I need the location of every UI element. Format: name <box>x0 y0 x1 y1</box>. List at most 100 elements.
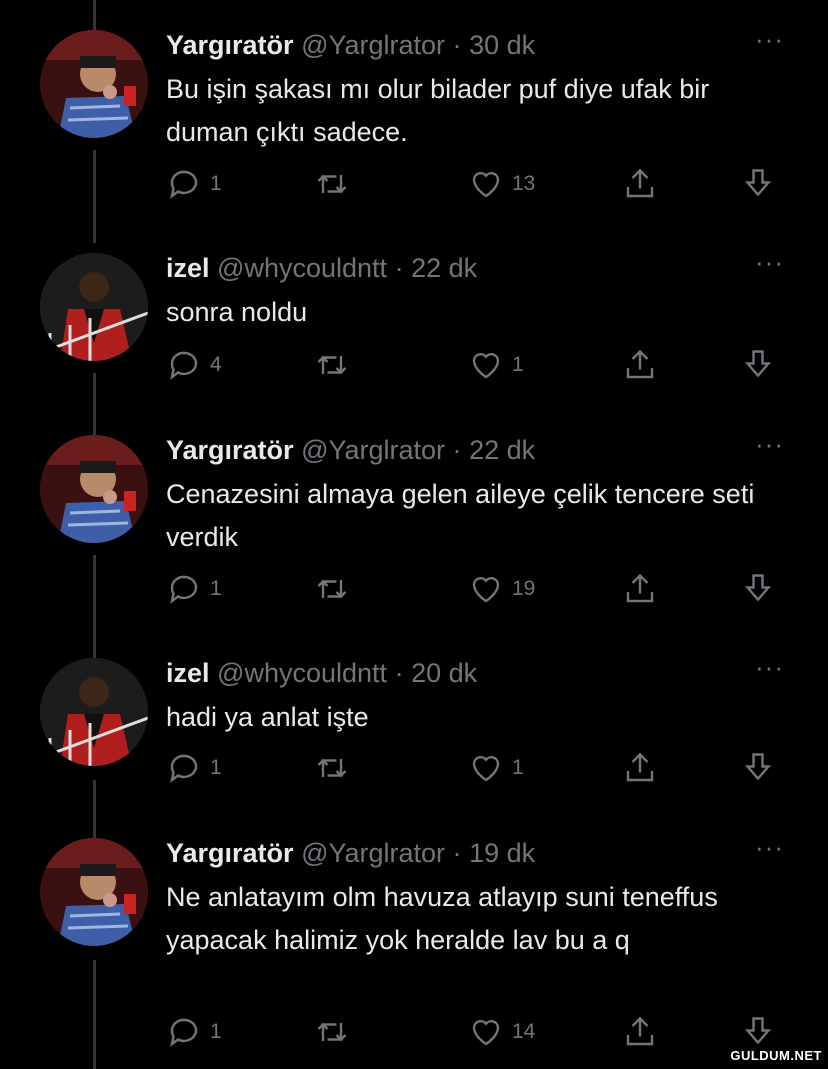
tweet-text: Ne anlatayım olm havuza atlayıp suni ten… <box>166 882 718 955</box>
share-icon <box>626 1016 654 1046</box>
display-name[interactable]: Yargıratör <box>166 838 294 868</box>
timestamp[interactable]: 30 dk <box>469 30 535 60</box>
reply-button[interactable]: 4 <box>166 347 222 383</box>
download-icon <box>744 574 772 602</box>
separator: · <box>452 838 462 868</box>
share-icon <box>626 349 654 379</box>
like-count: 14 <box>512 1020 536 1043</box>
man-smoking-avatar[interactable] <box>40 435 148 543</box>
download-icon <box>744 169 772 197</box>
like-count: 1 <box>512 756 524 779</box>
tweet-header: Yargıratör @Yarglrator · 30 dk <box>166 30 535 61</box>
retweet-icon <box>317 1022 347 1042</box>
share-button[interactable] <box>622 750 658 786</box>
share-icon <box>626 752 654 782</box>
share-button[interactable] <box>622 1014 658 1050</box>
reply-count: 1 <box>210 756 222 779</box>
reply-icon <box>170 575 198 604</box>
heart-icon <box>472 577 500 603</box>
red-jacket-avatar[interactable] <box>40 253 148 361</box>
share-icon <box>626 168 654 198</box>
handle[interactable]: @Yarglrator <box>301 838 445 868</box>
timestamp[interactable]: 22 dk <box>411 253 477 283</box>
reply-count: 4 <box>210 353 222 376</box>
like-button[interactable]: 19 <box>468 571 535 607</box>
handle[interactable]: @Yarglrator <box>301 30 445 60</box>
separator: · <box>394 253 404 283</box>
reply-button[interactable]: 1 <box>166 1014 222 1050</box>
like-button[interactable]: 1 <box>468 347 524 383</box>
tweet-text: Bu işin şakası mı olur bilader puf diye … <box>166 74 710 147</box>
like-button[interactable]: 1 <box>468 750 524 786</box>
download-button[interactable] <box>740 166 776 202</box>
reply-button[interactable]: 1 <box>166 750 222 786</box>
download-button[interactable] <box>740 1014 776 1050</box>
reply-button[interactable]: 1 <box>166 166 222 202</box>
reply-count: 1 <box>210 1020 222 1043</box>
like-count: 13 <box>512 172 536 195</box>
watermark: GULDUM.NET <box>730 1048 822 1063</box>
download-icon <box>744 753 772 781</box>
more-icon[interactable]: ··· <box>755 247 784 278</box>
man-smoking-avatar[interactable] <box>40 30 148 138</box>
retweet-icon <box>317 355 347 375</box>
separator: · <box>452 30 462 60</box>
download-button[interactable] <box>740 347 776 383</box>
handle[interactable]: @Yarglrator <box>301 435 445 465</box>
separator: · <box>394 658 404 688</box>
display-name[interactable]: izel <box>166 253 210 283</box>
like-button[interactable]: 13 <box>468 166 535 202</box>
reply-button[interactable]: 1 <box>166 571 222 607</box>
tweet-header: izel @whycouldntt · 20 dk <box>166 658 477 689</box>
heart-icon <box>472 353 500 379</box>
reply-count: 1 <box>210 172 222 195</box>
download-icon <box>744 1017 772 1045</box>
tweet-header: Yargıratör @Yarglrator · 19 dk <box>166 838 535 869</box>
separator: · <box>452 435 462 465</box>
tweet-text: sonra noldu <box>166 297 308 327</box>
download-button[interactable] <box>740 750 776 786</box>
tweet-text: hadi ya anlat işte <box>166 702 369 732</box>
reply-icon <box>170 170 198 199</box>
retweet-icon <box>317 174 347 194</box>
action-bar: 1 19 <box>0 571 828 611</box>
more-icon[interactable]: ··· <box>755 832 784 863</box>
heart-icon <box>472 756 500 782</box>
reply-icon <box>170 351 198 380</box>
retweet-icon <box>317 579 347 599</box>
more-icon[interactable]: ··· <box>755 24 784 55</box>
tweet-header: Yargıratör @Yarglrator · 22 dk <box>166 435 535 466</box>
share-button[interactable] <box>622 347 658 383</box>
man-smoking-avatar[interactable] <box>40 838 148 946</box>
more-icon[interactable]: ··· <box>755 652 784 683</box>
share-button[interactable] <box>622 166 658 202</box>
retweet-button[interactable] <box>314 750 358 786</box>
reply-icon <box>170 1018 198 1047</box>
retweet-button[interactable] <box>314 571 358 607</box>
thread-line-top <box>93 0 96 30</box>
display-name[interactable]: Yargıratör <box>166 435 294 465</box>
reply-icon <box>170 754 198 783</box>
action-bar: 1 1 <box>0 750 828 790</box>
more-icon[interactable]: ··· <box>755 429 784 460</box>
retweet-icon <box>317 758 347 778</box>
tweet-text: Cenazesini almaya gelen aileye çelik ten… <box>166 479 755 552</box>
handle[interactable]: @whycouldntt <box>217 658 387 688</box>
download-button[interactable] <box>740 571 776 607</box>
like-button[interactable]: 14 <box>468 1014 535 1050</box>
display-name[interactable]: izel <box>166 658 210 688</box>
timestamp[interactable]: 19 dk <box>469 838 535 868</box>
retweet-button[interactable] <box>314 1014 358 1050</box>
share-button[interactable] <box>622 571 658 607</box>
tweet-header: izel @whycouldntt · 22 dk <box>166 253 477 284</box>
like-count: 19 <box>512 577 536 600</box>
retweet-button[interactable] <box>314 347 358 383</box>
heart-icon <box>472 1020 500 1046</box>
timestamp[interactable]: 22 dk <box>469 435 535 465</box>
handle[interactable]: @whycouldntt <box>217 253 387 283</box>
action-bar: 4 1 <box>0 347 828 387</box>
retweet-button[interactable] <box>314 166 358 202</box>
like-count: 1 <box>512 353 524 376</box>
timestamp[interactable]: 20 dk <box>411 658 477 688</box>
display-name[interactable]: Yargıratör <box>166 30 294 60</box>
